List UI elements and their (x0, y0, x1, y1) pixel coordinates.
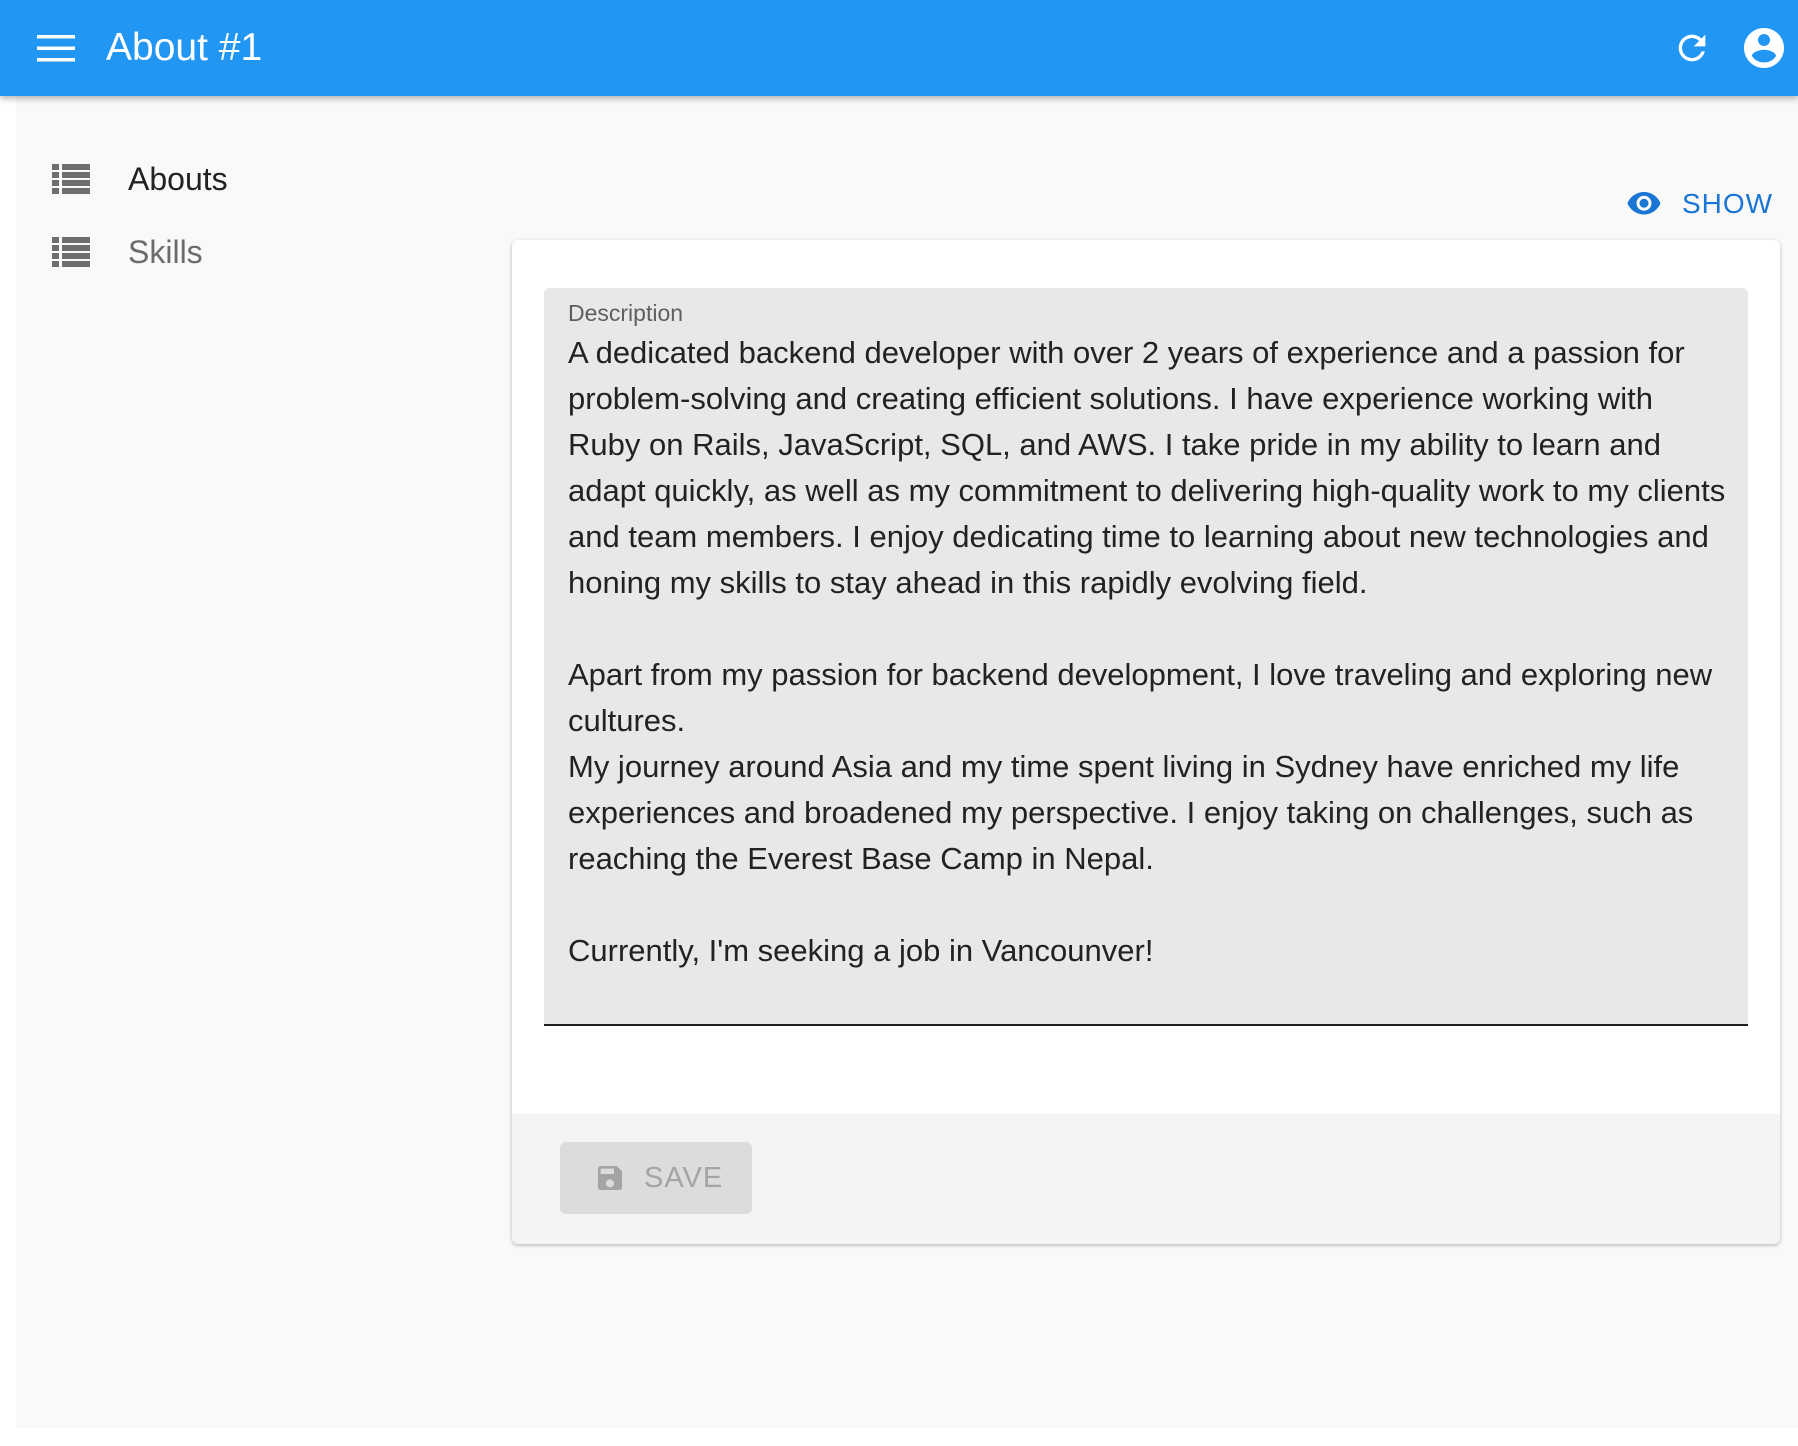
eye-icon (1627, 192, 1661, 215)
show-button-label: SHOW (1682, 188, 1774, 219)
save-button-label: SAVE (644, 1161, 724, 1194)
description-label: Description (568, 300, 684, 326)
menu-icon (37, 35, 75, 62)
form-toolbar: SAVE (512, 1114, 1780, 1244)
description-textarea[interactable]: A dedicated backend developer with over … (568, 330, 1732, 974)
sidebar-item-skills[interactable]: Skills (16, 219, 486, 285)
sidebar-item-label: Abouts (128, 160, 228, 197)
account-circle-icon (1744, 28, 1784, 68)
edit-form-card: Description A dedicated backend develope… (512, 240, 1780, 1244)
show-button[interactable]: SHOW (1618, 180, 1776, 228)
menu-button[interactable] (30, 28, 82, 68)
list-icon (52, 237, 90, 267)
refresh-icon (1678, 34, 1706, 62)
save-button[interactable]: SAVE (560, 1142, 752, 1214)
description-field[interactable]: Description A dedicated backend develope… (544, 288, 1748, 1026)
sidebar-item-label: Skills (128, 233, 203, 270)
save-icon (598, 1166, 622, 1190)
list-icon (52, 164, 90, 194)
account-button[interactable] (1740, 20, 1798, 76)
app-bar: About #1 (0, 0, 1798, 96)
sidebar-item-abouts[interactable]: Abouts (16, 146, 486, 212)
page-title: About #1 (106, 26, 263, 69)
refresh-button[interactable] (1664, 24, 1720, 72)
